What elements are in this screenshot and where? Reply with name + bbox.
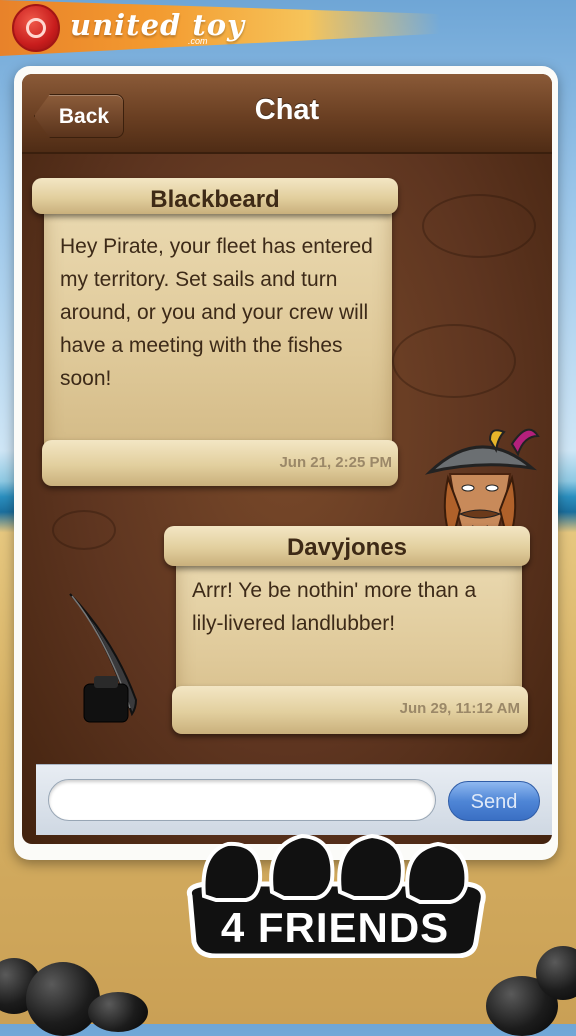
friends-badge-label: 4 FRIENDS [220,904,450,951]
background-doodle [52,510,116,550]
bomb-icon [88,992,148,1032]
message-input[interactable] [48,779,436,821]
message-timestamp: Jun 21, 2:25 PM [279,454,392,471]
message-composer: Send [36,764,552,835]
send-button[interactable]: Send [448,781,540,821]
four-friends-badge[interactable]: 4 FRIENDS [176,826,494,958]
message-timestamp: Jun 29, 11:12 AM [399,700,520,717]
wax-seal-logo-icon [12,4,60,52]
chat-panel: Back Chat Blackbeard Hey Pirate, your fl… [22,74,552,844]
brand-logo-text: united toy [70,8,245,42]
message-text: Arrr! Ye be nothin' more than a lily-liv… [192,579,477,635]
brand-banner: united toy .com [0,0,576,58]
background-doodle [422,194,536,258]
background-doodle [392,324,516,398]
page-title: Chat [254,94,320,126]
navigation-bar: Back Chat [22,74,552,154]
bomb-icon [26,962,100,1036]
message-sender: Blackbeard [150,186,280,213]
message-text: Hey Pirate, your fleet has entered my te… [60,235,373,390]
brand-logo-subtext: .com [188,36,208,46]
message-sender: Davyjones [286,534,408,561]
quill-inkwell-icon [69,593,138,723]
